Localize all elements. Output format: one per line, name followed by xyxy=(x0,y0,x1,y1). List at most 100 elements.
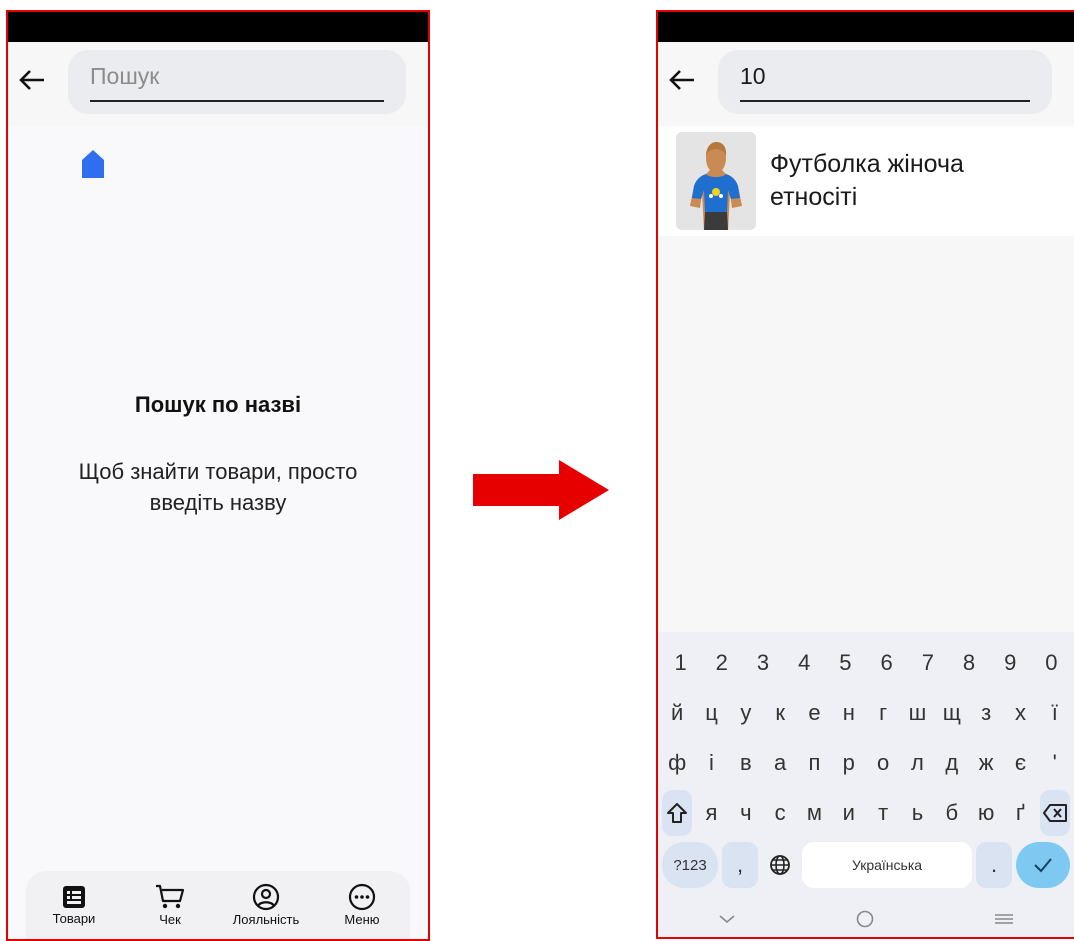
recents-menu-icon[interactable] xyxy=(993,912,1015,926)
chevron-down-icon[interactable] xyxy=(717,913,737,925)
nav-item-receipt[interactable]: Чек xyxy=(127,875,213,935)
cart-icon xyxy=(156,884,185,909)
key[interactable]: ж xyxy=(971,740,1001,786)
key[interactable]: 4 xyxy=(786,640,823,686)
back-button[interactable] xyxy=(12,60,52,100)
products-icon xyxy=(63,886,85,908)
key[interactable]: ь xyxy=(902,790,932,836)
language-key[interactable] xyxy=(762,842,798,888)
key[interactable]: й xyxy=(662,690,692,736)
symbols-key[interactable]: ?123 xyxy=(662,842,718,888)
nav-item-menu[interactable]: Меню xyxy=(319,875,405,935)
key[interactable]: н xyxy=(834,690,864,736)
key[interactable]: у xyxy=(731,690,761,736)
loyalty-icon xyxy=(252,883,280,911)
key[interactable]: я xyxy=(696,790,726,836)
key[interactable]: є xyxy=(1005,740,1035,786)
key[interactable]: к xyxy=(765,690,795,736)
key[interactable]: в xyxy=(731,740,761,786)
search-input[interactable] xyxy=(740,56,1030,96)
key[interactable]: ґ xyxy=(1005,790,1035,836)
enter-key[interactable] xyxy=(1016,842,1070,888)
key[interactable]: ш xyxy=(902,690,932,736)
nav-label: Лояльність xyxy=(232,912,300,927)
status-bar xyxy=(8,12,428,42)
key[interactable]: а xyxy=(765,740,795,786)
transition-arrow-icon xyxy=(473,460,609,520)
globe-icon xyxy=(770,855,790,875)
keyboard-letter-row-2: ф і в а п р о л д ж є ' xyxy=(658,740,1074,786)
keyboard-letter-row-3: я ч с м и т ь б ю ґ xyxy=(658,790,1074,836)
search-result-item[interactable]: Футболка жіноча етносіті xyxy=(658,126,1074,236)
home-circle-icon[interactable] xyxy=(855,909,875,929)
space-key[interactable]: Українська xyxy=(802,842,972,888)
app-bar xyxy=(658,42,1074,126)
search-field[interactable] xyxy=(68,50,406,114)
key[interactable]: 2 xyxy=(703,640,740,686)
key[interactable]: 5 xyxy=(827,640,864,686)
key[interactable]: щ xyxy=(937,690,967,736)
backspace-key[interactable] xyxy=(1039,790,1070,836)
status-bar xyxy=(658,12,1074,42)
nav-label: Меню xyxy=(344,912,380,927)
key[interactable]: ц xyxy=(696,690,726,736)
key[interactable]: х xyxy=(1005,690,1035,736)
comma-key[interactable]: , xyxy=(722,842,758,888)
key[interactable]: д xyxy=(937,740,967,786)
key[interactable]: б xyxy=(937,790,967,836)
key[interactable]: п xyxy=(799,740,829,786)
shift-icon xyxy=(667,803,688,823)
key[interactable]: м xyxy=(799,790,829,836)
key[interactable]: ф xyxy=(662,740,692,786)
nav-label: Товари xyxy=(52,911,96,926)
search-empty-state: Пошук по назві Щоб знайти товари, просто… xyxy=(8,126,428,939)
key[interactable]: р xyxy=(834,740,864,786)
period-key[interactable]: . xyxy=(976,842,1012,888)
key[interactable]: і xyxy=(696,740,726,786)
key[interactable]: 1 xyxy=(662,640,699,686)
key[interactable]: е xyxy=(799,690,829,736)
shift-key[interactable] xyxy=(662,790,693,836)
key[interactable]: ю xyxy=(971,790,1001,836)
result-title: Футболка жіноча етносіті xyxy=(770,150,964,211)
key[interactable]: с xyxy=(765,790,795,836)
key[interactable]: и xyxy=(834,790,864,836)
search-input[interactable] xyxy=(90,56,384,96)
home-icon xyxy=(82,150,104,183)
empty-state-title: Пошук по назві xyxy=(134,392,302,417)
nav-item-products[interactable]: Товари xyxy=(31,875,117,935)
keyboard-number-row: 1 2 3 4 5 6 7 8 9 0 xyxy=(658,640,1074,686)
key[interactable]: л xyxy=(902,740,932,786)
key[interactable]: 0 xyxy=(1033,640,1070,686)
key[interactable]: 6 xyxy=(868,640,905,686)
nav-item-loyalty[interactable]: Лояльність xyxy=(223,875,309,935)
key[interactable]: о xyxy=(868,740,898,786)
checkmark-icon xyxy=(1034,858,1052,873)
key[interactable]: 7 xyxy=(909,640,946,686)
key[interactable]: 8 xyxy=(950,640,987,686)
search-field[interactable] xyxy=(718,50,1052,114)
system-navigation-bar xyxy=(658,901,1074,937)
key[interactable]: 3 xyxy=(744,640,781,686)
arrow-left-icon xyxy=(19,70,44,90)
key[interactable]: ї xyxy=(1040,690,1070,736)
key[interactable]: ч xyxy=(731,790,761,836)
arrow-left-icon xyxy=(669,70,694,90)
phone-screen-after: Футболка жіноча етносіті 1 2 3 4 5 6 7 8… xyxy=(656,10,1074,939)
empty-state-description: Щоб знайти товари, просто введіть назву xyxy=(78,459,358,515)
keyboard-letter-row-1: й ц у к е н г ш щ з х ї xyxy=(658,690,1074,736)
phone-screen-before: Пошук по назві Щоб знайти товари, просто… xyxy=(6,10,430,941)
app-bar xyxy=(8,42,428,126)
key[interactable]: з xyxy=(971,690,1001,736)
bottom-navigation: Товари Чек Лояльність Меню xyxy=(26,871,410,939)
menu-icon xyxy=(348,883,376,911)
key[interactable]: т xyxy=(868,790,898,836)
key[interactable]: ' xyxy=(1040,740,1070,786)
nav-label: Чек xyxy=(159,912,181,927)
back-button[interactable] xyxy=(662,60,702,100)
backspace-icon xyxy=(1042,804,1067,822)
search-underline xyxy=(740,100,1030,102)
key[interactable]: г xyxy=(868,690,898,736)
key[interactable]: 9 xyxy=(992,640,1029,686)
on-screen-keyboard: 1 2 3 4 5 6 7 8 9 0 й ц у к е н г ш щ з … xyxy=(658,632,1074,937)
